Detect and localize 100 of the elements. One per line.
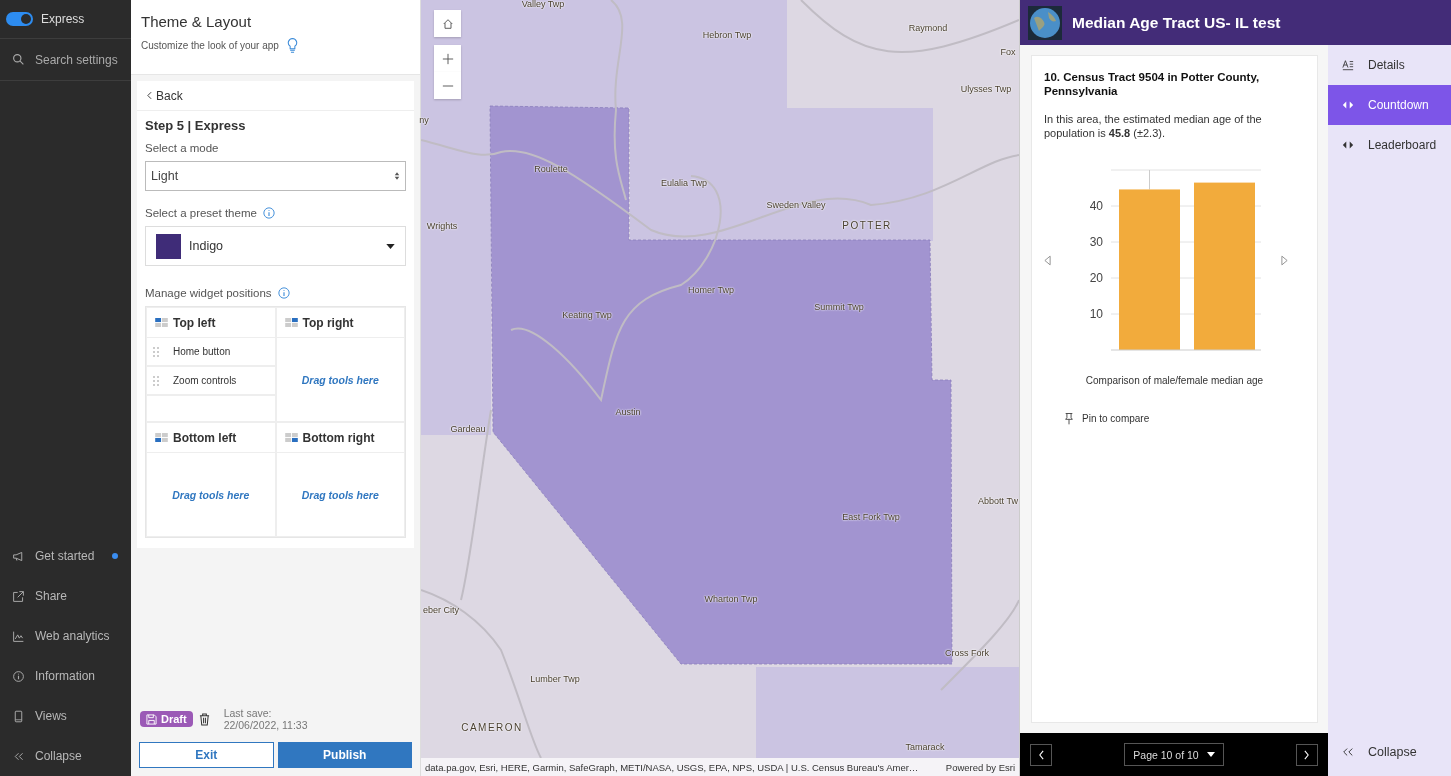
lightbulb-icon	[286, 37, 298, 54]
home-button[interactable]	[434, 10, 461, 37]
field-label: Select a mode	[145, 142, 220, 154]
sidebar-item[interactable]: Views	[0, 696, 131, 736]
sidebar-item[interactable]: Collapse	[0, 736, 131, 776]
attribution-text: data.pa.gov, Esri, HERE, Garmin, SafeGraph, METI/NASA, USGS, EPA, NPS, USDA | U.S. Census Bureau's Amer…	[425, 761, 919, 773]
toggle-label: Express	[41, 12, 85, 26]
nav-tab[interactable]: Leaderboard	[1328, 125, 1451, 165]
left-triangle-icon[interactable]	[1044, 255, 1051, 266]
sidebar-item[interactable]: Get started	[0, 536, 131, 576]
mode-select[interactable]: Light	[145, 161, 406, 191]
chevron-right-icon	[1303, 749, 1311, 760]
drag-handle-icon[interactable]	[153, 375, 159, 386]
place-label: Fox	[1000, 47, 1016, 57]
drop-hint: Drag tools here	[301, 373, 379, 386]
place-label: Hebron Twp	[702, 30, 752, 40]
place-label: Cross Fork	[945, 648, 989, 658]
place-label: Austin	[615, 407, 641, 417]
zone-title: Bottom left	[173, 430, 237, 445]
publish-button[interactable]: Publish	[277, 742, 412, 768]
place-label: eber City	[423, 605, 459, 615]
place-label: Tamarack	[905, 742, 945, 752]
caret-icon	[1206, 752, 1215, 757]
axis-tick-label: 30	[1089, 235, 1103, 249]
chevron-left-icon	[147, 91, 152, 100]
left-right-arrows-icon	[1342, 139, 1354, 151]
place-label: Lumber Twp	[530, 674, 580, 684]
nav-tab[interactable]: Details	[1328, 45, 1451, 85]
field-label: Manage widget positions	[145, 287, 272, 299]
info-icon[interactable]	[277, 287, 290, 299]
axis-tick-label: 10	[1089, 307, 1103, 321]
place-label: Homer Twp	[688, 285, 734, 295]
drop-hint: Drag tools here	[301, 488, 379, 501]
zoom-out-button[interactable]	[434, 72, 461, 99]
powered-by-link[interactable]: Powered by Esri	[945, 761, 1015, 773]
phone-icon	[12, 709, 25, 723]
axis-tick-label: 20	[1089, 271, 1103, 285]
axis-tick-label: 40	[1089, 199, 1103, 213]
chart-icon	[12, 629, 25, 643]
app-title: Median Age Tract US- IL test	[1072, 13, 1281, 32]
card-heading: 10. Census Tract 9504 in Potter County, Pennsylvania	[1044, 70, 1261, 98]
info-icon[interactable]	[262, 207, 275, 219]
place-label: Ulysses Twp	[960, 84, 1012, 94]
zone-title: Bottom right	[302, 430, 375, 445]
sort-caret-icon	[394, 171, 400, 181]
megaphone-icon	[12, 549, 25, 563]
widget-item[interactable]: Home button	[147, 338, 275, 367]
search-field[interactable]: Search settings	[31, 52, 125, 67]
back-link[interactable]: Back	[137, 81, 414, 111]
sidebar-item[interactable]: Information	[0, 656, 131, 696]
trash-icon[interactable]	[198, 712, 210, 726]
corner-position-icon	[155, 433, 168, 442]
save-icon	[146, 713, 157, 725]
place-label: Sweden Valley	[766, 200, 826, 210]
text-list-icon	[1342, 59, 1354, 71]
drop-hint: Drag tools here	[172, 488, 250, 501]
card-text: In this area, the estimated median age of the population is 45.8 (±2.3).	[1044, 112, 1263, 140]
chevron-left-icon	[1037, 749, 1045, 760]
pin-button[interactable]: Pin to compare	[1064, 412, 1305, 425]
right-triangle-icon[interactable]	[1281, 255, 1288, 266]
place-label: Eulalia Twp	[661, 178, 707, 188]
collapse-button[interactable]: Collapse	[1328, 732, 1451, 772]
previous-button[interactable]	[1030, 743, 1052, 766]
left-right-arrows-icon	[1342, 99, 1354, 111]
zoom-in-button[interactable]	[434, 45, 461, 72]
place-label: East Fork Twp	[842, 512, 900, 522]
info-icon	[12, 669, 25, 683]
place-label: Summit Twp	[814, 302, 864, 312]
exit-button[interactable]: Exit	[139, 742, 274, 768]
place-label: Keating Twp	[562, 310, 612, 320]
globe-icon	[1028, 5, 1062, 40]
pin-icon	[1064, 412, 1074, 425]
corner-position-icon	[284, 318, 298, 327]
sidebar-item[interactable]: Share	[0, 576, 131, 616]
place-label: Raymond	[908, 23, 948, 33]
place-label: Valley Twp	[521, 0, 565, 9]
nav-tab[interactable]: Countdown	[1328, 85, 1451, 125]
draft-badge: Draft	[140, 711, 193, 727]
field-label: Select a preset theme	[145, 207, 257, 219]
express-toggle[interactable]	[6, 12, 33, 26]
place-label: Roulette	[534, 164, 568, 174]
double-chevron-left-icon	[1342, 746, 1354, 758]
map[interactable]	[421, 0, 1019, 758]
zone-title: Top right	[302, 315, 354, 330]
step-title: Step 5 | Express	[145, 118, 247, 133]
place-label: ny	[419, 115, 429, 125]
page-select[interactable]: Page 10 of 10	[1124, 743, 1224, 766]
plus-icon	[441, 52, 454, 65]
sidebar-item[interactable]: Web analytics	[0, 616, 131, 656]
widget-item[interactable]: Zoom controls	[147, 367, 275, 396]
drag-handle-icon[interactable]	[153, 346, 159, 357]
theme-select[interactable]: Indigo	[145, 226, 406, 266]
next-button[interactable]	[1296, 743, 1318, 766]
panel-title: Theme & Layout	[141, 13, 253, 30]
corner-position-icon	[284, 433, 298, 442]
chart-caption: Comparison of male/female median age	[1084, 375, 1265, 386]
place-label: POTTER	[842, 219, 892, 231]
place-label: Gardeau	[450, 424, 486, 434]
save-time: 22/06/2022, 11:33	[223, 719, 308, 731]
search-icon	[12, 53, 25, 66]
